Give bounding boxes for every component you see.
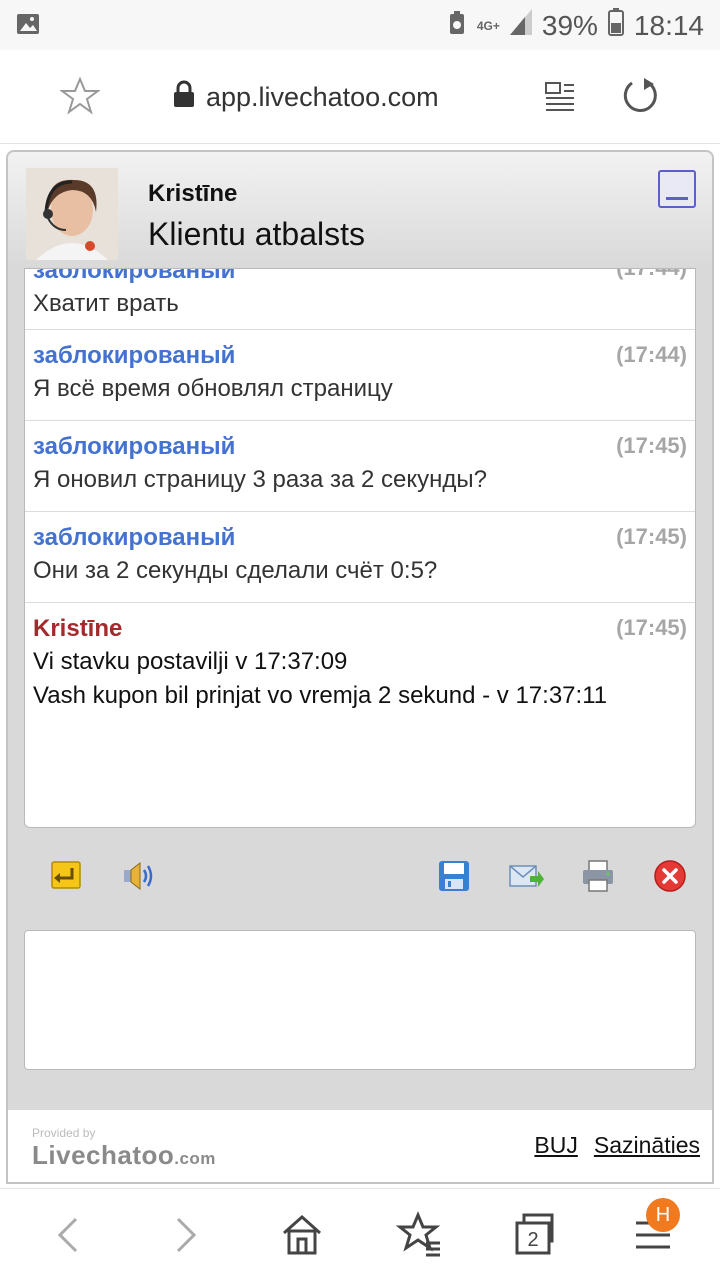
- provided-by-label: Provided by: [32, 1126, 96, 1140]
- url-text: app.livechatoo.com: [206, 82, 439, 112]
- tab-count: 2: [527, 1229, 538, 1251]
- network-type: 4G+: [476, 18, 500, 33]
- agent-avatar: [26, 168, 118, 260]
- email-icon[interactable]: [508, 858, 544, 894]
- chat-message: заблокированый (17:44) Я всё время обнов…: [25, 330, 695, 421]
- chat-toolbar: [24, 852, 696, 904]
- livechatoo-logo[interactable]: Livechatoo.com: [32, 1140, 216, 1171]
- message-time: (17:44): [616, 342, 687, 367]
- message-sender: заблокированый: [33, 524, 236, 551]
- chat-message: заблокированый (17:45) Они за 2 секунды …: [25, 512, 695, 603]
- message-sender: Kristīne: [33, 615, 123, 642]
- message-text: Я всё время обновлял страницу: [33, 375, 393, 402]
- chat-message: заблокированый (17:45) Я оновил страницу…: [25, 421, 695, 512]
- message-time: (17:44): [616, 269, 687, 281]
- chat-header: Kristīne Klientu atbalsts: [8, 152, 712, 268]
- message-text: Vi stavku postavilji v 17:37:09: [33, 648, 348, 675]
- address-field[interactable]: app.livechatoo.com: [172, 80, 439, 115]
- home-icon[interactable]: [278, 1211, 326, 1259]
- agent-department: Klientu atbalsts: [148, 216, 366, 252]
- message-sender: заблокированый: [33, 268, 236, 284]
- faq-link[interactable]: BUJ: [534, 1132, 577, 1159]
- url-bar: app.livechatoo.com: [0, 50, 720, 144]
- battery-percent: 39%: [541, 9, 598, 41]
- print-icon[interactable]: [580, 858, 616, 894]
- minimize-button[interactable]: [658, 170, 696, 208]
- browser-bottom-nav: 2: [0, 1188, 720, 1280]
- bookmark-star-icon[interactable]: [58, 76, 102, 121]
- lock-icon: [172, 80, 196, 115]
- save-icon[interactable]: [436, 858, 472, 894]
- message-sender: заблокированый: [33, 433, 236, 460]
- menu-notification-badge: H: [646, 1198, 680, 1232]
- message-text: Хватит врать: [33, 290, 179, 317]
- clock: 18:14: [633, 9, 704, 41]
- message-time: (17:45): [616, 433, 687, 458]
- chat-footer: Provided by Livechatoo.com BUJ Sazinātie…: [8, 1110, 712, 1182]
- message-text: Vash kupon bil prinjat vo vremja 2 sekun…: [33, 682, 608, 709]
- message-list[interactable]: заблокированый (17:44) Хватит врать забл…: [24, 268, 696, 828]
- battery-saver-icon: [447, 10, 467, 42]
- message-time: (17:45): [616, 615, 687, 640]
- minimize-icon: [666, 197, 688, 200]
- message-sender: заблокированый: [33, 342, 236, 369]
- contact-link[interactable]: Sazināties: [594, 1132, 700, 1159]
- reload-icon[interactable]: [620, 76, 660, 121]
- forward-arrow-icon[interactable]: [160, 1211, 208, 1259]
- back-arrow-icon[interactable]: [46, 1211, 94, 1259]
- battery-icon: [607, 8, 624, 43]
- agent-name: Kristīne: [148, 180, 238, 207]
- speaker-icon[interactable]: [120, 858, 156, 894]
- status-bar: 4G+ 39% 18:14: [0, 0, 720, 50]
- chat-message: заблокированый (17:44) Хватит врать: [25, 268, 695, 330]
- brand-name: Livechatoo: [32, 1140, 175, 1170]
- message-text: Они за 2 секунды сделали счёт 0:5?: [33, 557, 438, 584]
- close-icon[interactable]: [652, 858, 688, 894]
- signal-icon: [509, 9, 532, 42]
- tabs-icon[interactable]: 2: [512, 1211, 560, 1259]
- chat-message-agent: Kristīne (17:45) Vi stavku postavilji v …: [25, 603, 695, 727]
- message-input[interactable]: [24, 930, 696, 1070]
- message-time: (17:45): [616, 524, 687, 549]
- chat-widget: Kristīne Klientu atbalsts заблокированый…: [6, 150, 714, 1184]
- bookmarks-icon[interactable]: [395, 1211, 444, 1259]
- brand-suffix: .com: [174, 1149, 216, 1168]
- message-text: Я оновил страницу 3 раза за 2 секунды?: [33, 466, 488, 493]
- return-icon[interactable]: [48, 858, 84, 894]
- gallery-notification-icon: [16, 12, 40, 41]
- reader-mode-icon[interactable]: [544, 80, 576, 117]
